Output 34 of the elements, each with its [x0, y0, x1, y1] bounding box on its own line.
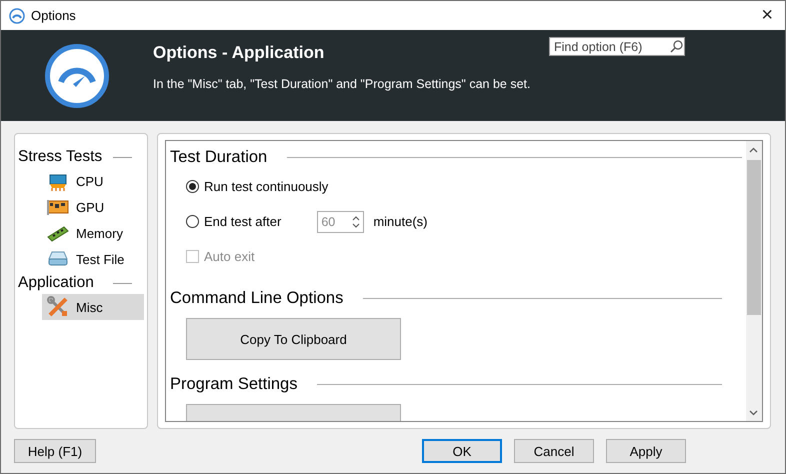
sidebar-item[interactable]: Misc: [42, 294, 144, 320]
sidebar-item[interactable]: Memory: [42, 220, 144, 246]
radio-button[interactable]: [186, 180, 199, 193]
help-button[interactable]: Help (F1): [14, 439, 96, 463]
spinner-arrows-icon: [352, 216, 360, 228]
sidebar-item[interactable]: Test File: [42, 246, 144, 272]
close-button[interactable]: ×: [757, 4, 777, 27]
section-heading: Stress Tests: [18, 148, 102, 166]
search-field[interactable]: Find option (F6): [549, 37, 685, 56]
radio-button[interactable]: [186, 215, 199, 228]
sidebar-item[interactable]: CPU: [42, 168, 144, 194]
section-heading: Test Duration: [170, 148, 268, 166]
section-heading: Command Line Options: [170, 288, 344, 308]
unit-label: minute(s): [373, 214, 428, 229]
scroll-up-icon: [749, 147, 758, 153]
dialog-button[interactable]: Apply: [606, 439, 686, 463]
dialog-button[interactable]: Cancel: [514, 439, 594, 463]
tools-icon: [47, 296, 69, 318]
header-description: In the "Misc" tab, "Test Duration" and "Program Settings" can be set.: [153, 77, 530, 91]
scroll-down-icon: [749, 410, 758, 416]
section-heading: Application: [18, 274, 94, 292]
copy-button[interactable]: Copy To Clipboard: [186, 318, 401, 360]
sidebar-item[interactable]: GPU: [42, 194, 144, 220]
window-title: Options: [31, 8, 77, 23]
radio-label: Run test continuously: [204, 179, 328, 194]
section-heading: Program Settings: [170, 374, 298, 394]
dialog-button[interactable]: OK: [422, 439, 502, 463]
search-icon: [670, 40, 683, 53]
scrollbar[interactable]: [746, 141, 762, 421]
checkbox-label: Auto exit: [204, 249, 255, 264]
gauge-icon: [9, 8, 25, 24]
radio-label: End test after: [204, 214, 282, 229]
header-title: Options - Application: [153, 43, 326, 63]
speedometer-logo: [45, 44, 109, 108]
